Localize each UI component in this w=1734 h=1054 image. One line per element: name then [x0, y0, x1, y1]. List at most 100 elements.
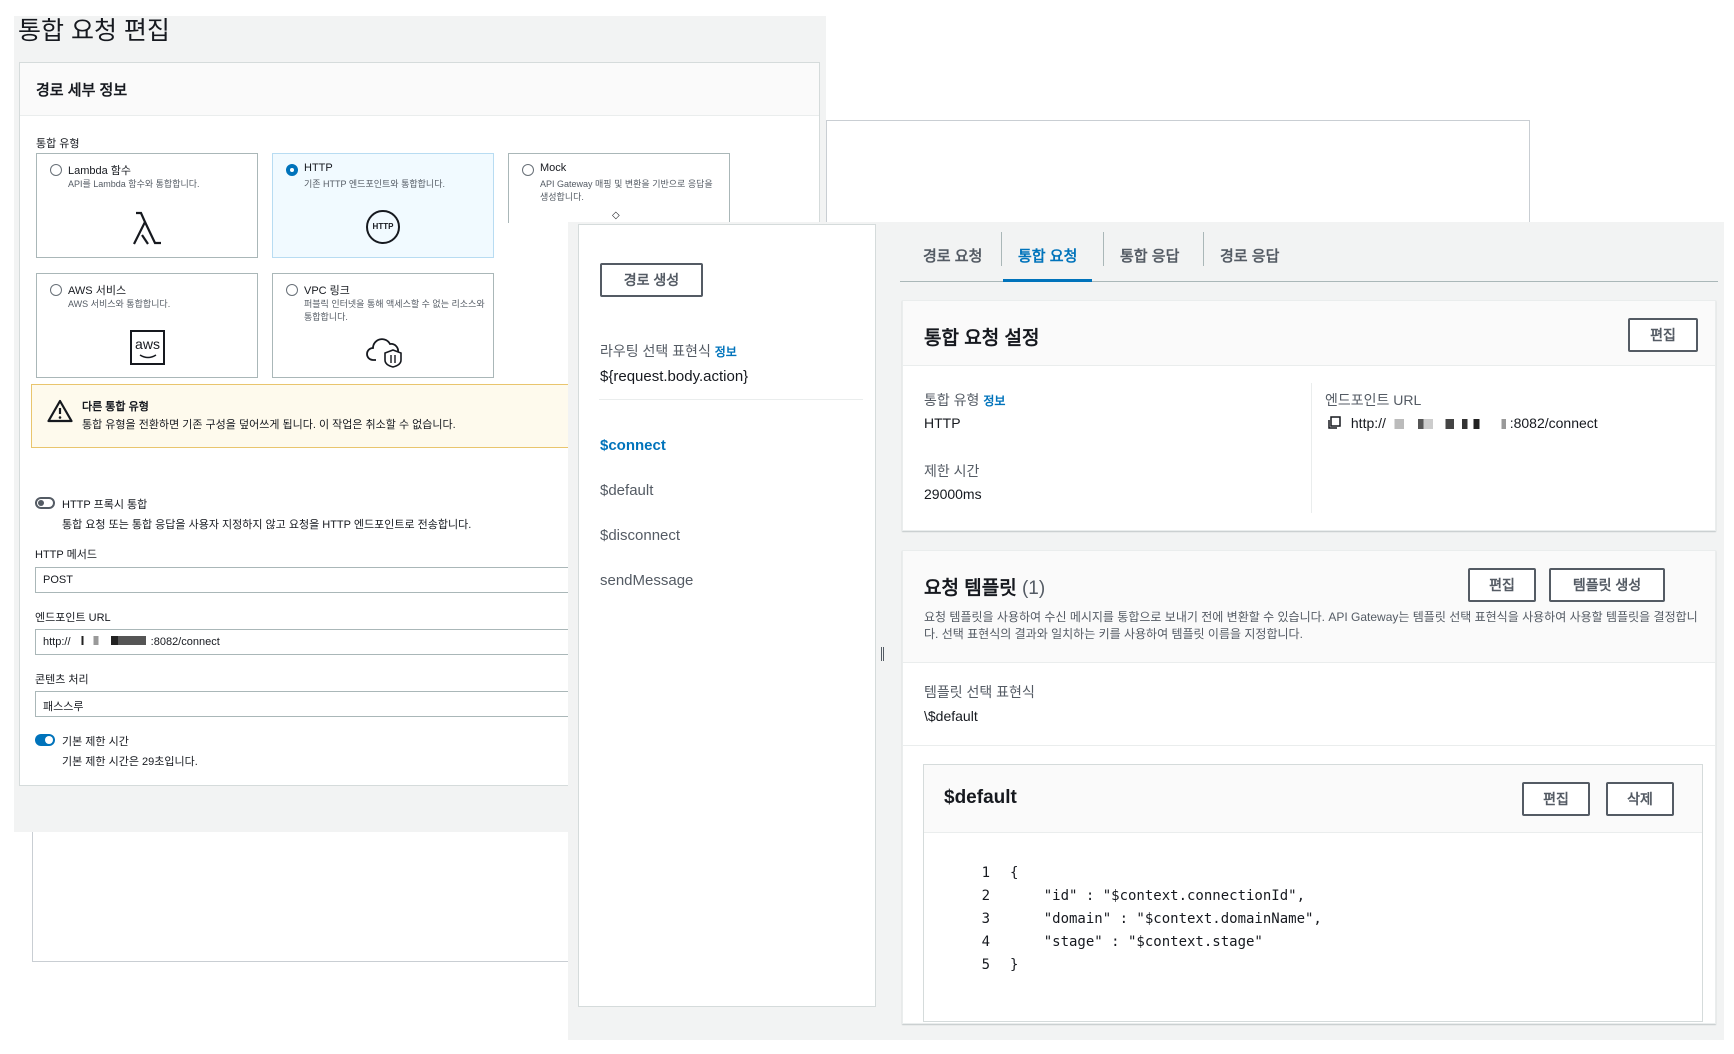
http-proxy-toggle[interactable]: [35, 497, 55, 509]
page-title: 통합 요청 편집: [18, 17, 170, 45]
empty-card: [32, 832, 572, 962]
option-desc: API Gateway 매핑 및 변환을 기반으로 응답을 생성합니다.: [540, 179, 713, 202]
line-number: 3: [981, 911, 990, 927]
template-selection-expression-label: 템플릿 선택 표현식: [924, 684, 1035, 700]
tab-separator: [1001, 232, 1002, 266]
option-title: AWS 서비스: [68, 285, 127, 297]
template-default-header: $default 편집 삭제: [924, 765, 1702, 833]
redacted-host: [1389, 419, 1506, 429]
integration-option-vpc-link[interactable]: VPC 링크 퍼블릭 인터넷을 통해 액세스할 수 없는 리소스와 통합합니다.: [272, 273, 494, 378]
aws-smile-icon: [139, 354, 157, 359]
radio-http[interactable]: [286, 164, 298, 176]
line-text: "id" : "$context.connectionId",: [1010, 888, 1306, 904]
route-item-default[interactable]: $default: [600, 482, 653, 499]
mock-icon: ◇: [612, 210, 620, 221]
content-handling-label: 콘텐츠 처리: [35, 674, 89, 686]
integration-settings-card: 통합 요청 설정 편집 통합 유형 정보 HTTP 제한 시간 29000ms …: [902, 300, 1716, 531]
edit-template-button[interactable]: 편집: [1522, 782, 1590, 816]
integration-settings-title: 통합 요청 설정: [924, 328, 1040, 349]
integration-option-http[interactable]: HTTP 기존 HTTP 엔드포인트와 통합합니다. HTTP: [272, 153, 494, 258]
warning-title: 다른 통합 유형: [82, 401, 149, 413]
aws-icon-text: aws: [135, 336, 160, 352]
route-details-title: 경로 세부 정보: [36, 82, 128, 99]
option-desc: 기존 HTTP 엔드포인트와 통합합니다.: [304, 179, 445, 189]
info-link[interactable]: 정보: [983, 394, 1005, 408]
line-number: 4: [981, 934, 990, 950]
tab-route-response[interactable]: 경로 응답: [1205, 242, 1294, 282]
route-selection-expression-value: ${request.body.action}: [600, 368, 749, 385]
tab-integration-response[interactable]: 통합 응답: [1105, 242, 1194, 282]
integration-type-value: HTTP: [924, 415, 961, 431]
endpoint-url-suffix: :8082/connect: [150, 636, 220, 648]
divider: [903, 745, 1715, 746]
endpoint-url-label: 엔드포인트 URL: [35, 612, 111, 624]
option-title: Mock: [540, 162, 567, 174]
default-timeout-label: 기본 제한 시간: [62, 736, 129, 748]
endpoint-prefix: http://: [1350, 415, 1386, 431]
routes-panel: 경로 생성 라우팅 선택 표현식 정보 ${request.body.actio…: [578, 224, 884, 1007]
integration-type-label: 통합 유형 정보: [924, 390, 1005, 410]
option-desc: AWS 서비스와 통합합니다.: [68, 299, 171, 309]
integration-type-label-text: 통합 유형: [924, 392, 980, 408]
line-number: 1: [981, 865, 990, 881]
line-text: "domain" : "$context.domainName",: [1010, 911, 1322, 927]
rse-label-text: 라우팅 선택 표현식: [600, 343, 711, 359]
integration-settings-header: 통합 요청 설정 편집: [903, 301, 1715, 366]
route-item-sendmessage[interactable]: sendMessage: [600, 572, 693, 589]
line-text: "stage" : "$context.stage": [1010, 934, 1263, 950]
edit-settings-button[interactable]: 편집: [1628, 318, 1698, 352]
route-tabs: 경로 요청 통합 요청 통합 응답 경로 응답: [900, 222, 1718, 282]
request-templates-title: 요청 템플릿 (1): [924, 573, 1045, 600]
radio-vpc-link[interactable]: [286, 284, 298, 296]
default-timeout-desc: 기본 제한 시간은 29초입니다.: [62, 756, 198, 768]
integration-option-lambda[interactable]: Lambda 함수 API를 Lambda 함수와 통합합니다.: [36, 153, 258, 258]
template-name: $default: [944, 787, 1017, 808]
route-item-connect[interactable]: $connect: [600, 437, 666, 454]
request-templates-title-text: 요청 템플릿: [924, 578, 1017, 599]
create-route-button[interactable]: 경로 생성: [600, 263, 703, 297]
option-title: HTTP: [304, 162, 333, 174]
line-text: {: [1010, 865, 1019, 881]
http-icon: HTTP: [366, 210, 400, 244]
endpoint-url-label: 엔드포인트 URL: [1325, 392, 1422, 408]
option-title: VPC 링크: [304, 285, 350, 297]
route-selection-expression-label: 라우팅 선택 표현식 정보: [600, 341, 737, 361]
aws-icon: aws: [130, 330, 165, 365]
warning-text: 통합 유형을 전환하면 기존 구성을 덮어쓰게 됩니다. 이 작업은 취소할 수…: [82, 419, 456, 431]
vpc-cloud-icon: [366, 338, 402, 368]
divider: [599, 399, 863, 400]
panel-resize-handle[interactable]: [881, 647, 884, 661]
line-text: }: [1010, 957, 1019, 973]
lambda-icon: [133, 211, 161, 245]
info-link[interactable]: 정보: [715, 345, 737, 359]
copy-icon[interactable]: [1327, 416, 1341, 430]
option-title: Lambda 함수: [68, 165, 132, 177]
delete-template-button[interactable]: 삭제: [1606, 782, 1674, 816]
route-item-disconnect[interactable]: $disconnect: [600, 527, 680, 544]
tab-integration-request[interactable]: 통합 요청: [1003, 242, 1093, 282]
radio-lambda[interactable]: [50, 164, 62, 176]
integration-option-mock[interactable]: Mock API Gateway 매핑 및 변환을 기반으로 응답을 생성합니다…: [508, 153, 730, 223]
line-number: 2: [981, 888, 990, 904]
http-proxy-label: HTTP 프록시 통합: [62, 499, 148, 511]
background-card: [826, 120, 1530, 232]
integration-option-aws-service[interactable]: AWS 서비스 AWS 서비스와 통합합니다. aws: [36, 273, 258, 378]
line-number: 5: [981, 957, 990, 973]
default-timeout-toggle[interactable]: [35, 734, 55, 746]
request-templates-description: 요청 템플릿을 사용하여 수신 메시지를 통합으로 보내기 전에 변환할 수 있…: [924, 610, 1698, 641]
tab-route-request[interactable]: 경로 요청: [908, 242, 997, 282]
create-template-button[interactable]: 템플릿 생성: [1549, 568, 1665, 602]
timeout-value: 29000ms: [924, 486, 982, 502]
radio-mock[interactable]: [522, 164, 534, 176]
request-templates-count: (1): [1021, 578, 1046, 599]
edit-templates-button[interactable]: 편집: [1468, 568, 1536, 602]
radio-aws-service[interactable]: [50, 284, 62, 296]
route-details-header: 경로 세부 정보: [20, 63, 819, 116]
http-proxy-desc: 통합 요청 또는 통합 응답을 사용자 지정하지 않고 요청을 HTTP 엔드포…: [62, 519, 472, 531]
template-default-card: $default 편집 삭제 1 { 2 "id" : "$context.con…: [923, 764, 1703, 1022]
integration-type-label: 통합 유형: [36, 138, 80, 150]
endpoint-suffix: :8082/connect: [1509, 415, 1598, 431]
request-templates-header: 요청 템플릿 (1) 편집 템플릿 생성 요청 템플릿을 사용하여 수신 메시지…: [903, 551, 1715, 663]
tab-separator: [1203, 232, 1204, 266]
option-desc: API를 Lambda 함수와 통합합니다.: [68, 179, 200, 189]
